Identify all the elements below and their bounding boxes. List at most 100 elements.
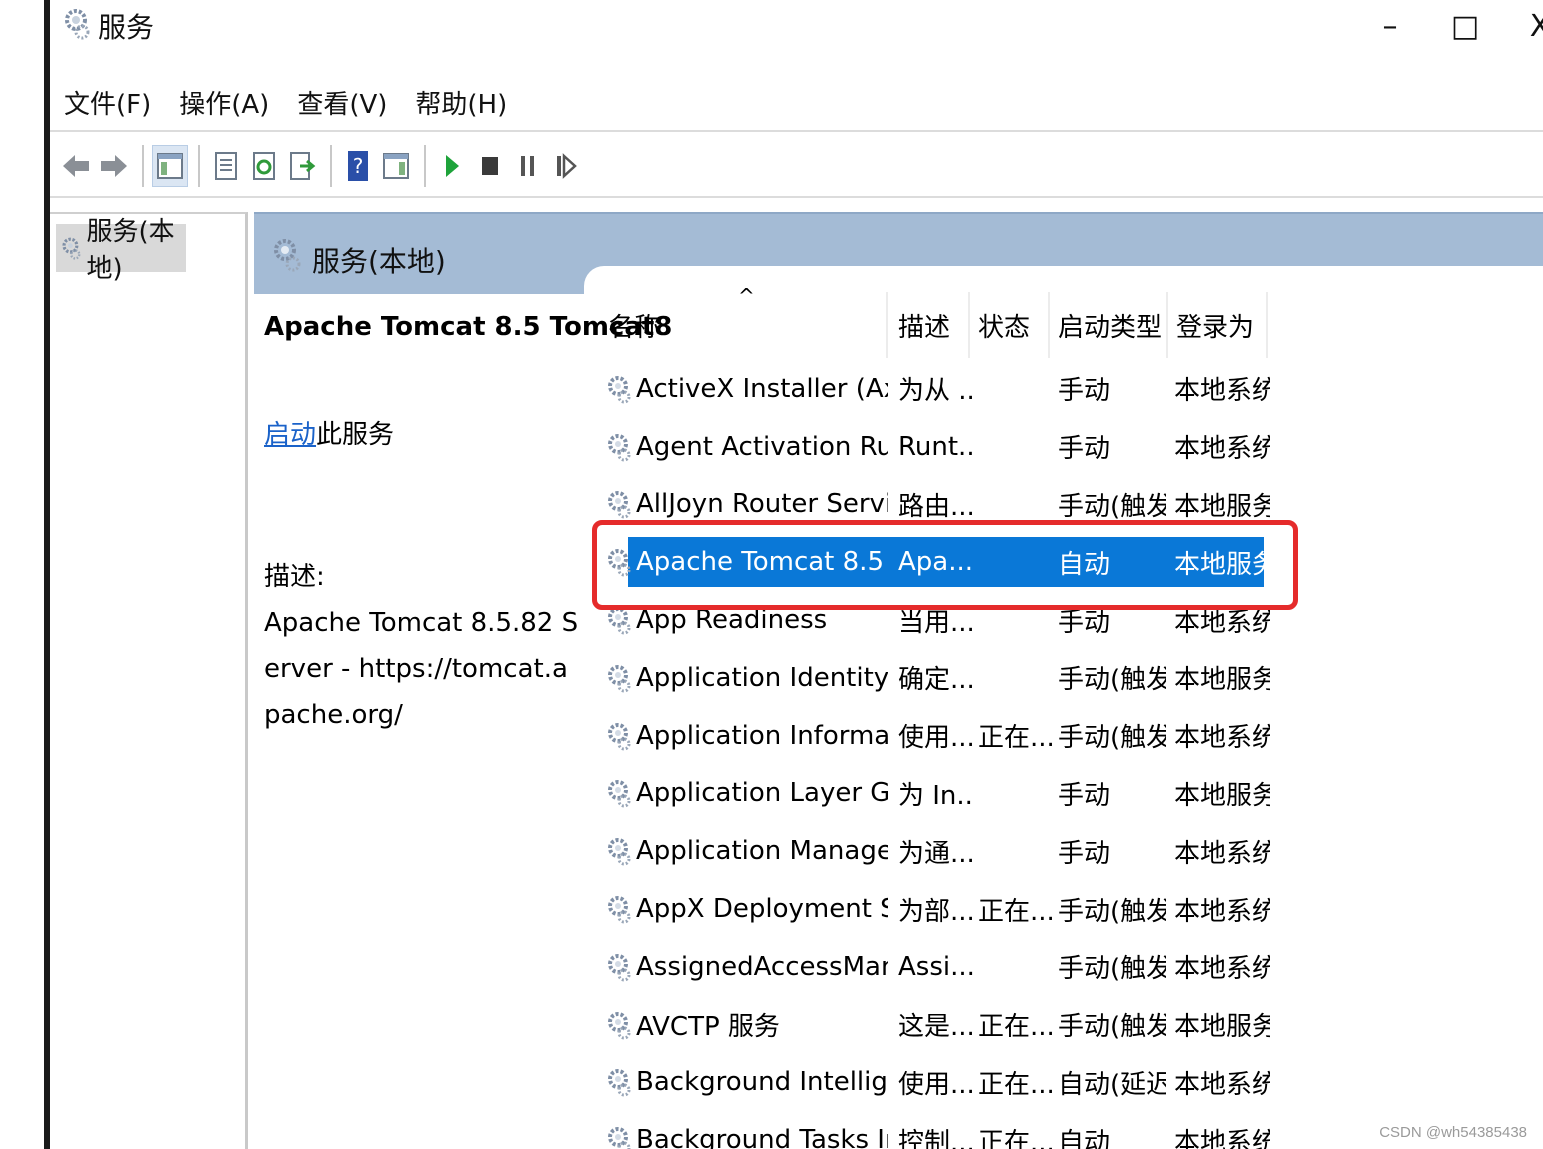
cell-logon-as: 本地系统: [1174, 376, 1270, 407]
service-name: ActiveX Installer (AxInstSV): [636, 373, 888, 404]
service-gear-icon: [608, 375, 631, 404]
cell-startup-type: 手动: [1058, 780, 1111, 811]
close-button[interactable]: X: [1510, 2, 1543, 50]
export-list-icon: [290, 152, 316, 180]
menu-divider: [50, 130, 1543, 132]
cell-name: AllJoyn Router Service: [606, 476, 888, 534]
start-service-link[interactable]: 启动: [264, 420, 316, 450]
column-header-start-type[interactable]: 启动类型: [1050, 292, 1168, 358]
services-gear-icon: [62, 237, 81, 260]
service-name: Application Information: [636, 720, 888, 751]
cell-startup-type: 自动: [1058, 549, 1111, 580]
start-service-button[interactable]: [434, 145, 470, 187]
cell-name: Background Tasks Infras...: [606, 1111, 888, 1149]
cell-description: Apa...: [898, 547, 974, 578]
column-header-desc[interactable]: 描述: [890, 292, 970, 358]
table-row[interactable]: Application Layer Gatewa... 为 In... 手动 本地服务: [600, 765, 1270, 823]
table-row[interactable]: Application Identity 确定... 手动(触发... 本地服务: [600, 649, 1270, 707]
cell-logon-as: 本地系统: [1174, 434, 1270, 465]
help-button[interactable]: ?: [340, 145, 376, 187]
forward-button[interactable]: [96, 145, 132, 187]
service-detail-panel: Apache Tomcat 8.5 Tomcat8 启动此服务 描述: Apac…: [254, 294, 672, 1149]
table-row[interactable]: App Readiness 当用... 手动 本地系统: [600, 591, 1270, 649]
cell-status: 正在...: [978, 723, 1052, 754]
minimize-button[interactable]: –: [1360, 2, 1420, 50]
table-row[interactable]: AppX Deployment Servic... 为部...正在...手动(触发…: [600, 880, 1270, 938]
detail-desc-label: 描述:: [264, 562, 325, 592]
stop-service-button[interactable]: [472, 145, 508, 187]
cell-name: App Readiness: [606, 591, 888, 649]
menu-view[interactable]: 查看(V): [283, 84, 401, 121]
cell-logon-as: 本地系统: [1174, 607, 1270, 638]
start-service-suffix: 此服务: [316, 420, 395, 450]
service-name: AVCTP 服务: [636, 1012, 780, 1043]
cell-status: 正在...: [978, 1069, 1052, 1100]
cell-logon-as: 本地服务: [1174, 780, 1270, 811]
toolbar-separator: [198, 145, 200, 187]
restart-service-button[interactable]: [548, 145, 584, 187]
console-tree-button[interactable]: [152, 145, 188, 187]
menu-action[interactable]: 操作(A): [165, 84, 283, 121]
cell-name: Application Management: [606, 822, 888, 880]
properties-button[interactable]: [208, 145, 244, 187]
pause-service-button[interactable]: [510, 145, 546, 187]
services-gear-icon: [65, 9, 90, 40]
cell-name: Agent Activation Runtime...: [606, 418, 888, 476]
cell-startup-type: 手动(触发...: [1058, 896, 1166, 927]
column-header-name[interactable]: 名称 ^: [600, 284, 888, 358]
table-row[interactable]: AllJoyn Router Service 路由... 手动(触发... 本地服务: [600, 476, 1270, 534]
help-icon: ?: [348, 151, 368, 181]
tree-item-services-local[interactable]: 服务(本地): [56, 217, 186, 284]
service-name: AssignedAccessManager...: [636, 951, 888, 982]
properties-icon: [215, 152, 237, 180]
cell-status: [978, 476, 1052, 534]
toolbar-separator: [424, 145, 426, 187]
service-gear-icon: [608, 1011, 631, 1040]
cell-name: ActiveX Installer (AxInstSV): [606, 360, 888, 418]
export-list-button[interactable]: [284, 145, 320, 187]
service-gear-icon: [608, 896, 631, 924]
service-name: Background Intelligent T...: [636, 1067, 888, 1098]
refresh-button[interactable]: [246, 145, 282, 187]
service-gear-icon: [608, 953, 631, 982]
menu-file[interactable]: 文件(F): [50, 84, 165, 121]
cell-status: [978, 533, 1052, 591]
table-row[interactable]: AssignedAccessManager... Assi... 手动(触发... 本…: [600, 938, 1270, 996]
cell-name: Background Intelligent T...: [606, 1054, 888, 1112]
cell-logon-as: 本地系统: [1174, 954, 1270, 985]
cell-name: AppX Deployment Servic...: [606, 880, 888, 938]
cell-description: 为通...: [898, 838, 974, 869]
cell-name: AVCTP 服务: [606, 996, 888, 1054]
service-gear-icon: [608, 838, 631, 866]
table-row[interactable]: Application Management 为通... 手动 本地系统: [600, 822, 1270, 880]
service-gear-icon: [608, 1127, 631, 1149]
cell-status: 正在...: [978, 896, 1052, 927]
column-header-logon[interactable]: 登录为: [1168, 292, 1268, 358]
table-row[interactable]: Application Information 使用...正在...手动(触发..…: [600, 707, 1270, 765]
table-row[interactable]: Background Tasks Infras... 控制...正在... 自动 本地…: [600, 1111, 1270, 1149]
service-name: Application Management: [636, 836, 888, 867]
show-hide-button[interactable]: [378, 145, 414, 187]
table-row[interactable]: Agent Activation Runtime... Runt... 手动 本地系统: [600, 418, 1270, 476]
cell-status: [978, 418, 1052, 476]
cell-status: [978, 938, 1052, 996]
cell-description: 为部...: [898, 896, 974, 927]
back-button[interactable]: [58, 145, 94, 187]
table-body: ActiveX Installer (AxInstSV)为从 ...手动本地系统…: [600, 360, 1270, 1149]
cell-name: AssignedAccessManager...: [606, 938, 888, 996]
table-row[interactable]: Background Intelligent T... 使用...正在...自动(…: [600, 1054, 1270, 1112]
service-gear-icon: [608, 722, 631, 751]
maximize-button[interactable]: □: [1435, 2, 1495, 50]
cell-status: [978, 360, 1052, 418]
cell-startup-type: 手动(触发...: [1058, 491, 1166, 522]
table-row[interactable]: AVCTP 服务 这是...正在...手动(触发... 本地服务: [600, 996, 1270, 1054]
table-row[interactable]: ActiveX Installer (AxInstSV) 为从 ... 手动 本地系统: [600, 360, 1270, 418]
column-header-state[interactable]: 状态: [970, 292, 1050, 358]
service-gear-icon: [608, 664, 631, 693]
cell-status: [978, 765, 1052, 823]
sort-ascending-icon: ^: [738, 284, 755, 308]
service-name: App Readiness: [636, 605, 828, 636]
table-row[interactable]: Apache Tomcat 8.5 Tomc... Apa... 自动 本地服务: [600, 533, 1270, 591]
menu-help[interactable]: 帮助(H): [401, 84, 521, 121]
detail-desc-text: Apache Tomcat 8.5.82 Server - https://to…: [264, 608, 579, 730]
